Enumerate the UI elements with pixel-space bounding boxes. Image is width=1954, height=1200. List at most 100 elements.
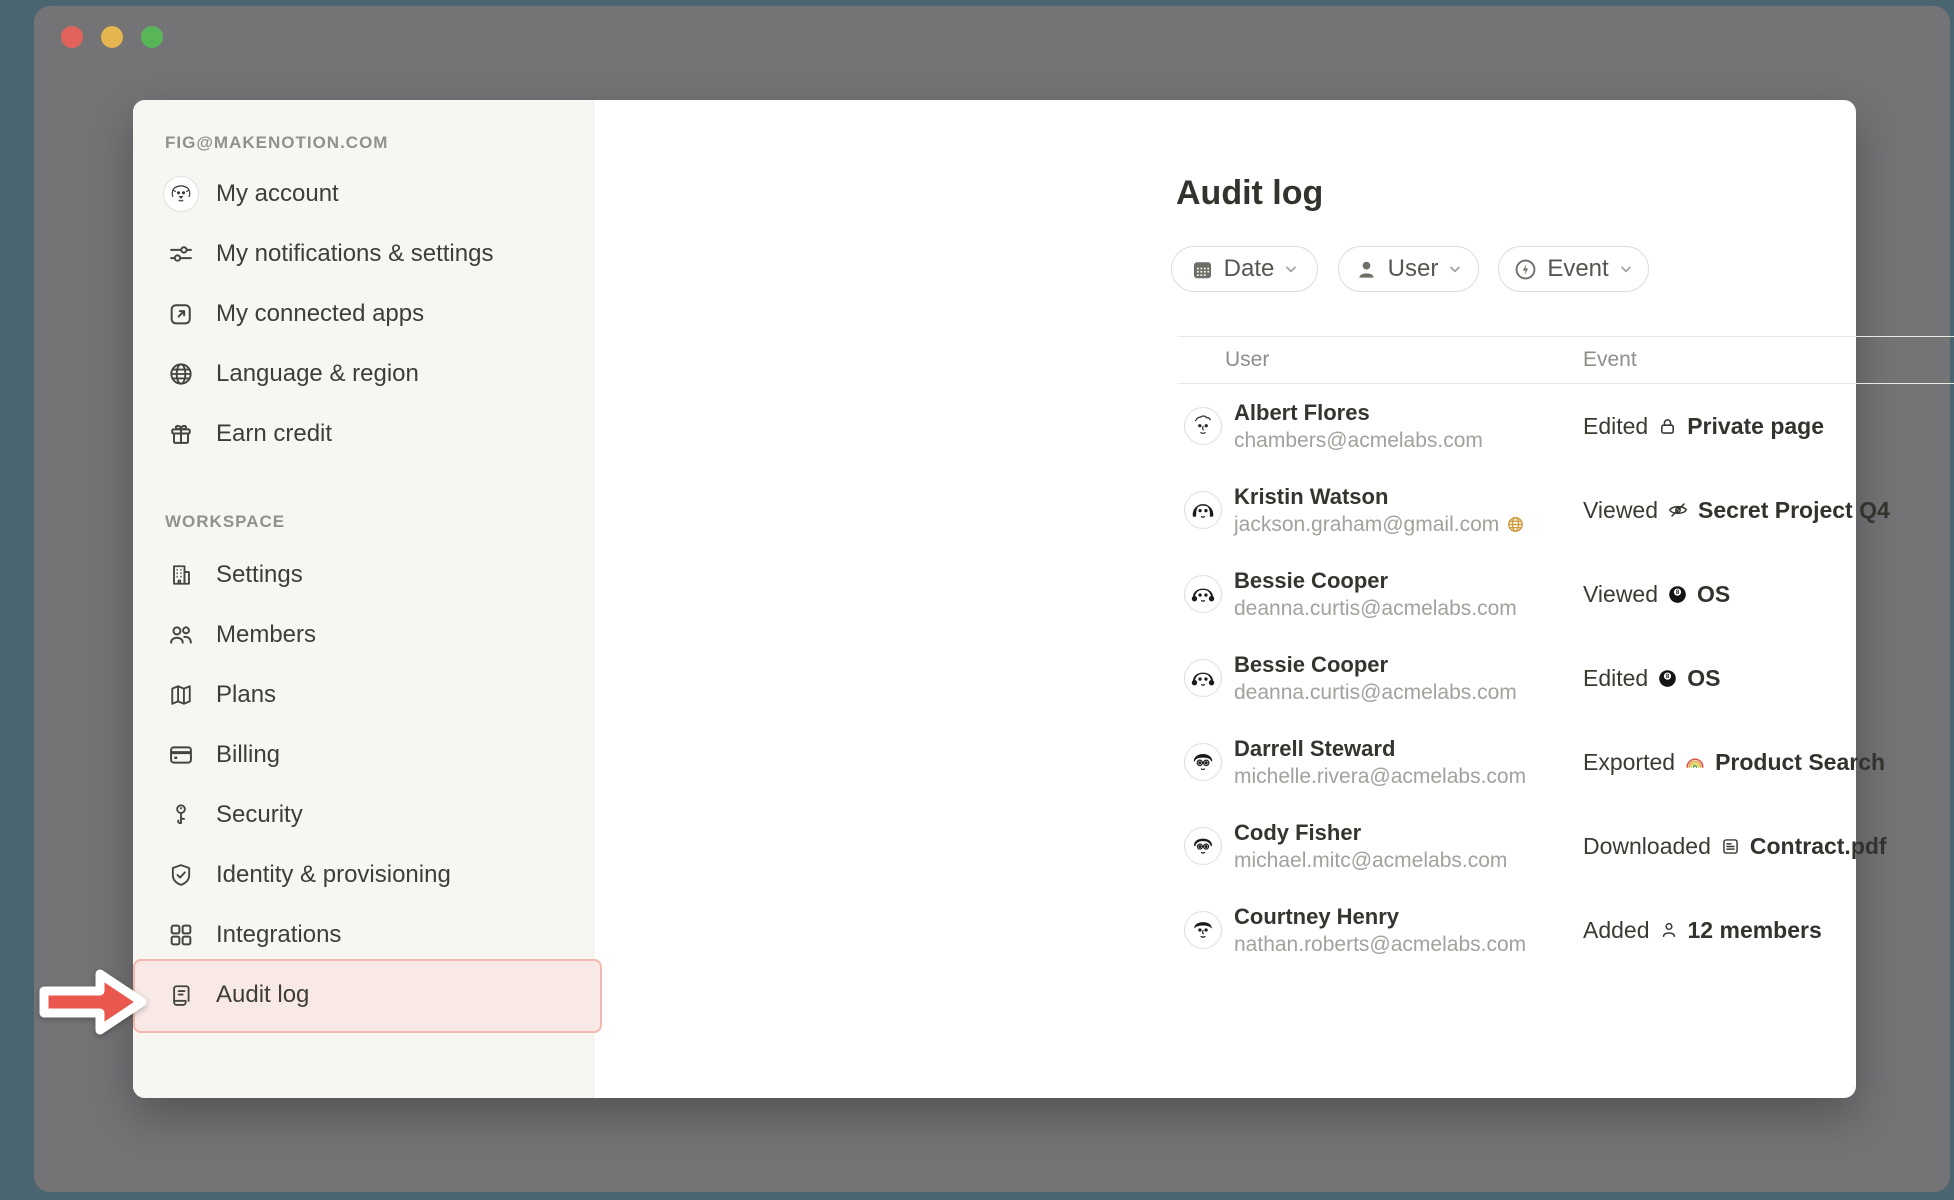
close-button[interactable] (61, 26, 83, 48)
key-icon (163, 797, 199, 833)
eight-ball-icon: 8 (1657, 668, 1678, 689)
sidebar-item-settings[interactable]: Settings (163, 553, 563, 597)
zoom-button[interactable] (141, 26, 163, 48)
calendar-icon (1190, 257, 1215, 282)
avatar (1184, 827, 1222, 865)
user-email: jackson.graham@gmail.com (1234, 511, 1499, 538)
lightning-circle-icon (1513, 257, 1538, 282)
user-name: Bessie Cooper (1234, 651, 1517, 679)
column-header-event[interactable]: Event (1583, 348, 1954, 372)
table-row[interactable]: Darrell Steward michelle.rivera@acmelabs… (1178, 720, 1954, 804)
sidebar-item-language-region[interactable]: Language & region (163, 352, 563, 396)
sidebar-item-notifications-settings[interactable]: My notifications & settings (163, 232, 563, 276)
sidebar-item-label: Integrations (216, 921, 341, 949)
event-action: Viewed (1583, 581, 1658, 608)
settings-sidebar: FIG@MAKENOTION.COM My account (133, 100, 594, 1098)
user-name: Courtney Henry (1234, 903, 1526, 931)
settings-dialog: FIG@MAKENOTION.COM My account (133, 100, 1856, 1098)
sidebar-item-earn-credit[interactable]: Earn credit (163, 412, 563, 456)
user-name: Darrell Steward (1234, 735, 1526, 763)
sidebar-item-members[interactable]: Members (163, 613, 563, 657)
filter-label: Date (1224, 255, 1275, 283)
table-row[interactable]: Courtney Henry nathan.roberts@acmelabs.c… (1178, 888, 1954, 972)
sidebar-item-label: Language & region (216, 360, 419, 388)
sidebar-item-label: Identity & provisioning (216, 861, 451, 889)
chevron-down-icon (1283, 261, 1299, 277)
sidebar-item-label: My account (216, 180, 339, 208)
macos-window: FIG@MAKENOTION.COM My account (34, 6, 1950, 1192)
sliders-icon (163, 236, 199, 272)
avatar (1184, 743, 1222, 781)
sidebar-item-label: Settings (216, 561, 303, 589)
sidebar-item-identity-provisioning[interactable]: Identity & provisioning (163, 853, 563, 897)
globe-icon (163, 356, 199, 392)
sidebar-item-billing[interactable]: Billing (163, 733, 563, 777)
credit-card-icon (163, 737, 199, 773)
event-target: OS (1697, 581, 1730, 608)
filter-label: User (1388, 255, 1439, 283)
event-action: Exported (1583, 749, 1675, 776)
table-row[interactable]: Cody Fisher michael.mitc@acmelabs.com Do… (1178, 804, 1954, 888)
event-target: OS (1687, 665, 1720, 692)
dog-avatar-icon (163, 176, 199, 212)
audit-log-table: User Event ↑ Date (1178, 336, 1954, 972)
chevron-down-icon (1618, 261, 1634, 277)
sidebar-item-label: Billing (216, 741, 280, 769)
event-target: Product Search (1715, 749, 1885, 776)
map-icon (163, 677, 199, 713)
user-filter-button[interactable]: User (1338, 246, 1479, 292)
event-action: Edited (1583, 665, 1648, 692)
sidebar-item-security[interactable]: Security (163, 793, 563, 837)
building-icon (163, 557, 199, 593)
table-row[interactable]: Albert Flores chambers@acmelabs.com Edit… (1178, 384, 1954, 468)
event-target: Secret Project Q4 (1698, 497, 1890, 524)
event-action: Edited (1583, 413, 1648, 440)
minimize-button[interactable] (101, 26, 123, 48)
eight-ball-icon: 8 (1667, 584, 1688, 605)
eye-off-icon (1667, 499, 1689, 521)
user-name: Bessie Cooper (1234, 567, 1517, 595)
arrow-up-right-box-icon (163, 296, 199, 332)
avatar (1184, 575, 1222, 613)
column-header-user[interactable]: User (1178, 348, 1583, 372)
user-email: nathan.roberts@acmelabs.com (1234, 931, 1526, 958)
gift-icon (163, 416, 199, 452)
sidebar-item-plans[interactable]: Plans (163, 673, 563, 717)
grid-icon (163, 917, 199, 953)
date-filter-button[interactable]: Date (1171, 246, 1318, 292)
table-row[interactable]: Kristin Watson jackson.graham@gmail.com (1178, 468, 1954, 552)
event-action: Added (1583, 917, 1650, 944)
guest-globe-icon (1506, 515, 1525, 534)
sidebar-item-label: Plans (216, 681, 276, 709)
callout-arrow-icon (36, 958, 148, 1046)
sidebar-item-integrations[interactable]: Integrations (163, 913, 563, 957)
sidebar-item-my-account[interactable]: My account (163, 172, 563, 216)
event-filter-button[interactable]: Event (1498, 246, 1649, 292)
scroll-icon (163, 977, 199, 1013)
sidebar-item-label: Members (216, 621, 316, 649)
table-header: User Event ↑ Date (1178, 336, 1954, 384)
account-email-header: FIG@MAKENOTION.COM (165, 133, 388, 153)
sidebar-item-connected-apps[interactable]: My connected apps (163, 292, 563, 336)
shield-check-icon (163, 857, 199, 893)
sidebar-item-label: My connected apps (216, 300, 424, 328)
table-row[interactable]: Bessie Cooper deanna.curtis@acmelabs.com… (1178, 636, 1954, 720)
user-name: Albert Flores (1234, 399, 1483, 427)
document-icon (1720, 836, 1741, 857)
event-target: 12 members (1688, 917, 1822, 944)
user-name: Cody Fisher (1234, 819, 1507, 847)
user-email: chambers@acmelabs.com (1234, 427, 1483, 454)
sidebar-item-label: My notifications & settings (216, 240, 493, 268)
chevron-down-icon (1447, 261, 1463, 277)
sidebar-item-audit-log[interactable]: Audit log (163, 973, 563, 1017)
avatar (1184, 911, 1222, 949)
audit-log-panel: Audit log Date (594, 100, 1856, 1098)
user-email: deanna.curtis@acmelabs.com (1234, 595, 1517, 622)
people-icon (163, 617, 199, 653)
person-icon (1354, 257, 1379, 282)
event-action: Viewed (1583, 497, 1658, 524)
table-row[interactable]: Bessie Cooper deanna.curtis@acmelabs.com… (1178, 552, 1954, 636)
avatar (1184, 659, 1222, 697)
person-add-icon (1659, 920, 1679, 940)
page-title: Audit log (1176, 174, 1323, 213)
